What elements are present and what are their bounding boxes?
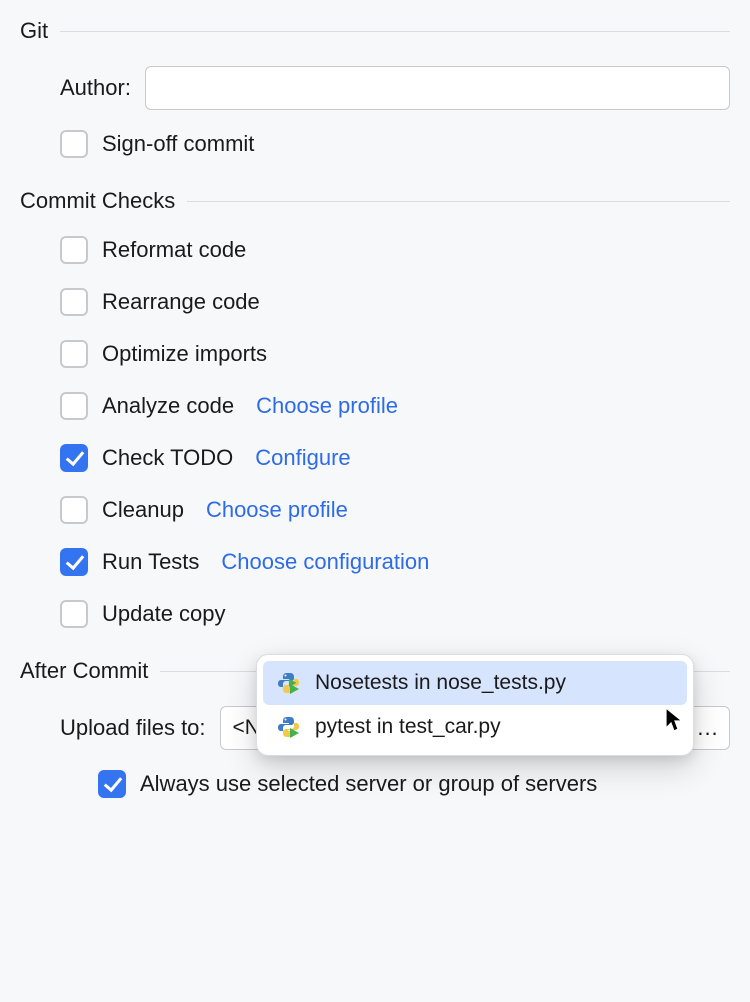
optimize-imports-label: Optimize imports — [102, 341, 267, 367]
always-use-checkbox[interactable] — [98, 770, 126, 798]
update-copy-checkbox[interactable] — [60, 600, 88, 628]
signoff-row: Sign-off commit — [20, 130, 730, 158]
optimize-imports-checkbox[interactable] — [60, 340, 88, 368]
cleanup-link[interactable]: Choose profile — [206, 497, 348, 523]
cleanup-row: Cleanup Choose profile — [20, 496, 730, 524]
cleanup-checkbox[interactable] — [60, 496, 88, 524]
optimize-imports-row: Optimize imports — [20, 340, 730, 368]
always-use-label: Always use selected server or group of s… — [140, 771, 597, 797]
signoff-checkbox[interactable] — [60, 130, 88, 158]
section-header-git: Git — [20, 18, 730, 44]
update-copy-label: Update copy — [102, 601, 226, 627]
section-header-commit-checks: Commit Checks — [20, 188, 730, 214]
configuration-popup: Nosetests in nose_tests.py pytest in tes… — [256, 654, 694, 756]
section-commit-checks: Commit Checks Reformat code Rearrange co… — [20, 188, 730, 628]
run-tests-checkbox[interactable] — [60, 548, 88, 576]
section-divider — [187, 201, 730, 202]
rearrange-code-checkbox[interactable] — [60, 288, 88, 316]
run-tests-link[interactable]: Choose configuration — [221, 549, 429, 575]
rearrange-code-label: Rearrange code — [102, 289, 260, 315]
signoff-label: Sign-off commit — [102, 131, 254, 157]
popup-item-label: Nosetests in nose_tests.py — [315, 671, 566, 695]
analyze-code-row: Analyze code Choose profile — [20, 392, 730, 420]
check-todo-row: Check TODO Configure — [20, 444, 730, 472]
analyze-code-checkbox[interactable] — [60, 392, 88, 420]
analyze-code-label: Analyze code — [102, 393, 234, 419]
section-divider — [60, 31, 730, 32]
popup-item-label: pytest in test_car.py — [315, 715, 501, 739]
run-tests-label: Run Tests — [102, 549, 199, 575]
python-run-icon — [277, 671, 301, 695]
run-tests-row: Run Tests Choose configuration — [20, 548, 730, 576]
always-use-row: Always use selected server or group of s… — [20, 770, 730, 798]
author-label: Author: — [60, 75, 131, 101]
check-todo-checkbox[interactable] — [60, 444, 88, 472]
check-todo-link[interactable]: Configure — [255, 445, 350, 471]
check-todo-label: Check TODO — [102, 445, 233, 471]
author-row: Author: — [20, 66, 730, 110]
reformat-code-checkbox[interactable] — [60, 236, 88, 264]
rearrange-code-row: Rearrange code — [20, 288, 730, 316]
author-input[interactable] — [145, 66, 730, 110]
section-git: Git Author: Sign-off commit — [20, 18, 730, 158]
cursor-icon — [665, 707, 685, 739]
popup-item-nosetests[interactable]: Nosetests in nose_tests.py — [263, 661, 687, 705]
upload-label: Upload files to: — [60, 715, 206, 741]
reformat-code-label: Reformat code — [102, 237, 246, 263]
section-title-git: Git — [20, 18, 48, 44]
update-copy-row: Update copy — [20, 600, 730, 628]
python-run-icon — [277, 715, 301, 739]
reformat-code-row: Reformat code — [20, 236, 730, 264]
dots-icon: ... — [697, 715, 718, 741]
section-title-after-commit: After Commit — [20, 658, 148, 684]
popup-item-pytest[interactable]: pytest in test_car.py — [263, 705, 687, 749]
analyze-code-link[interactable]: Choose profile — [256, 393, 398, 419]
cleanup-label: Cleanup — [102, 497, 184, 523]
section-title-commit-checks: Commit Checks — [20, 188, 175, 214]
